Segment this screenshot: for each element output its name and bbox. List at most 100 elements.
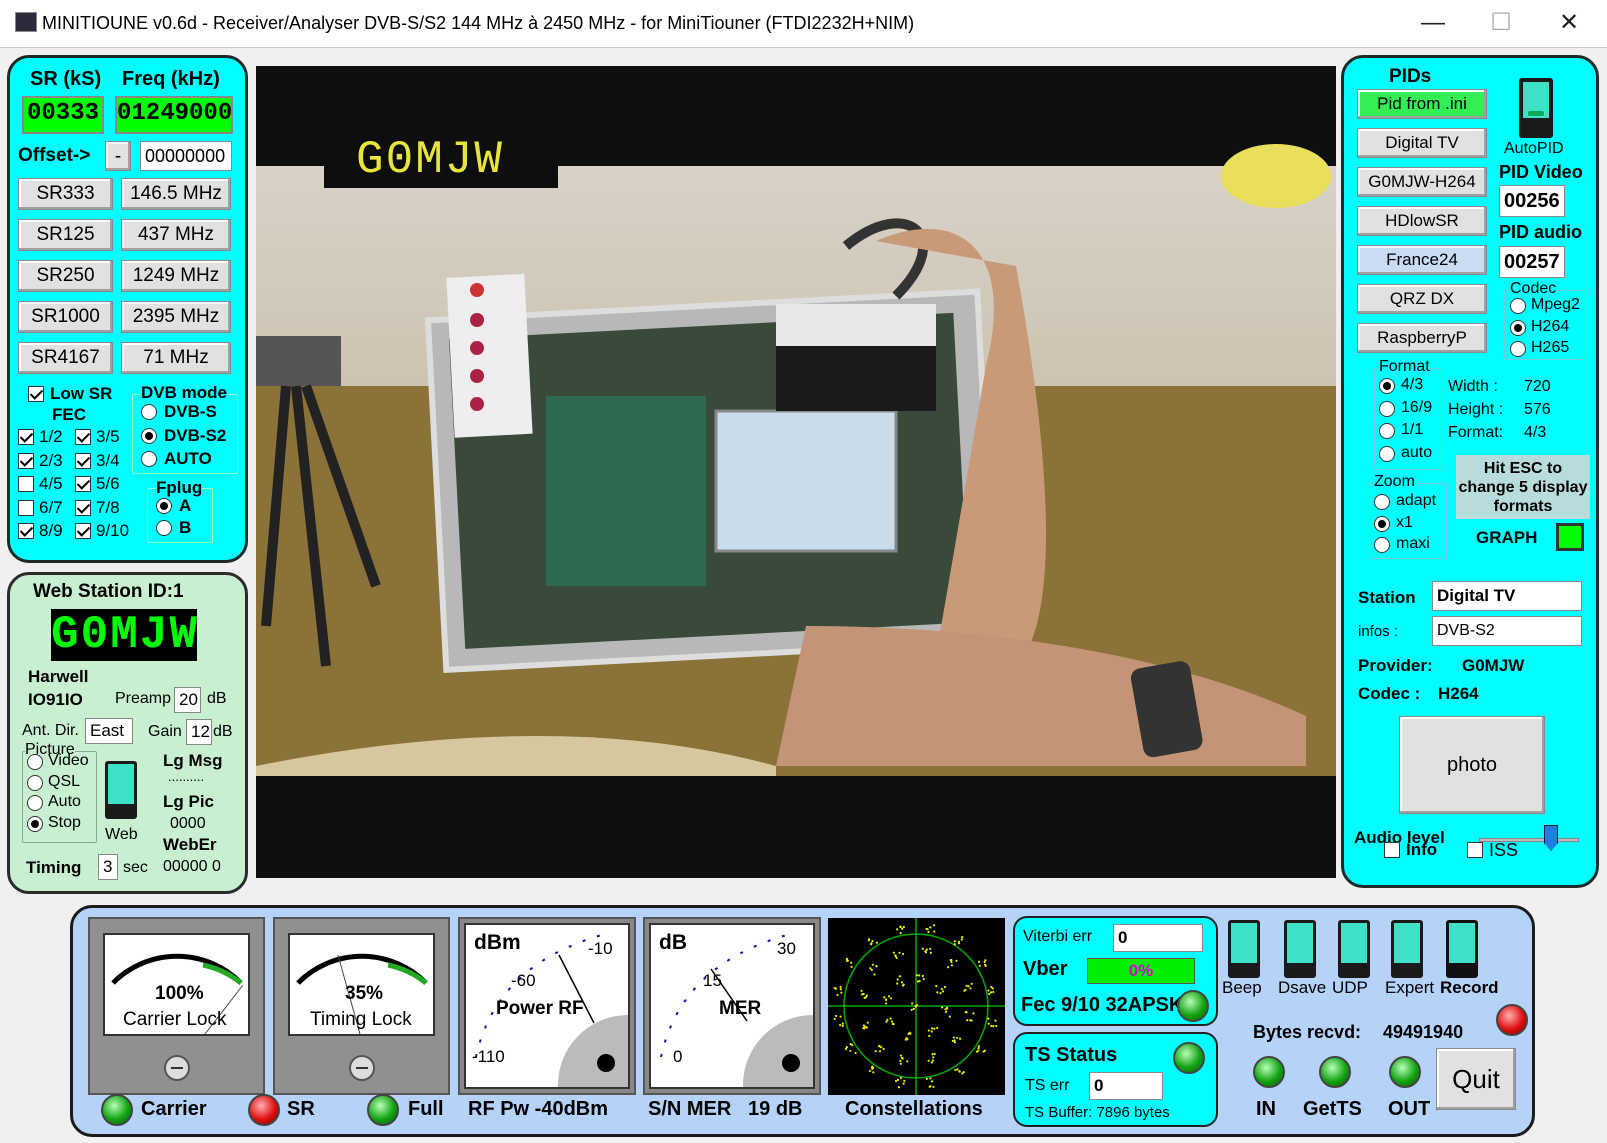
codec-radio[interactable] xyxy=(1510,319,1526,336)
toggle-switch-beep[interactable] xyxy=(1228,920,1260,978)
pid-preset-button[interactable]: HDlowSR xyxy=(1357,206,1487,236)
pid-preset-button[interactable]: RaspberryP xyxy=(1357,323,1487,353)
dvb-mode-radio[interactable] xyxy=(141,427,157,444)
fec-checkbox[interactable] xyxy=(75,523,91,539)
fec-checkbox[interactable] xyxy=(18,476,34,492)
fec-checkbox[interactable] xyxy=(75,499,91,516)
offset-sign-button[interactable]: - xyxy=(105,141,131,171)
toggle-switch-udp[interactable] xyxy=(1338,920,1370,978)
fec-checkbox[interactable] xyxy=(75,476,91,492)
fplug-radio[interactable] xyxy=(156,498,172,514)
quit-button[interactable]: Quit xyxy=(1436,1048,1516,1110)
format-radio[interactable] xyxy=(1379,400,1395,417)
antdir-input[interactable]: East xyxy=(85,718,133,744)
toggle-switch-record[interactable] xyxy=(1446,920,1478,978)
fec-checkbox[interactable] xyxy=(18,499,34,516)
constellation-point xyxy=(935,984,938,988)
picture-radio[interactable] xyxy=(27,754,43,770)
pid-video-input[interactable]: 00256 xyxy=(1499,185,1565,217)
preamp-input[interactable]: 20 xyxy=(174,687,201,713)
zoom-radio[interactable] xyxy=(1374,494,1390,510)
graph-toggle[interactable] xyxy=(1556,523,1584,551)
fec-checkbox[interactable] xyxy=(75,452,91,469)
fec-checkbox[interactable] xyxy=(18,452,34,469)
format-radio[interactable] xyxy=(1379,378,1395,394)
audio-level-slider[interactable] xyxy=(1544,825,1558,851)
mer-tick-1: 30 xyxy=(777,939,796,958)
codec-radio[interactable] xyxy=(1510,298,1526,314)
out-label: OUT xyxy=(1388,1098,1431,1120)
ts-status-title: TS Status xyxy=(1025,1044,1118,1066)
timing-input[interactable]: 3 xyxy=(98,854,118,880)
photo-button[interactable]: photo xyxy=(1399,716,1545,814)
close-button[interactable]: ✕ xyxy=(1546,6,1592,40)
station-input[interactable]: Digital TV xyxy=(1432,581,1582,611)
zoom-radio[interactable] xyxy=(1374,537,1390,553)
ts-err-input[interactable]: 0 xyxy=(1089,1072,1163,1100)
dvb-mode-radio[interactable] xyxy=(141,451,157,467)
video-display[interactable]: G0MJW xyxy=(256,66,1336,878)
maximize-button[interactable]: ☐ xyxy=(1478,6,1524,40)
gain-input[interactable]: 12 xyxy=(186,719,212,745)
infos-input[interactable]: DVB-S2 xyxy=(1432,616,1582,646)
codec-radio[interactable] xyxy=(1510,341,1526,357)
toggle-switch-expert[interactable] xyxy=(1391,920,1423,978)
constellation-point xyxy=(931,1053,934,1056)
web-toggle-switch[interactable] xyxy=(105,761,137,819)
offset-input[interactable]: 00000000 xyxy=(140,141,232,171)
sr-preset-button[interactable]: SR333 xyxy=(18,178,113,210)
codec-option-1: H264 xyxy=(1531,317,1570,335)
picture-radio[interactable] xyxy=(27,815,43,832)
zoom-radio[interactable] xyxy=(1374,515,1390,532)
constellation-point xyxy=(953,940,956,943)
freq-display[interactable]: 01249000 xyxy=(115,96,233,134)
pid-preset-button[interactable]: Digital TV xyxy=(1357,128,1487,158)
timing-sec: sec xyxy=(123,859,148,876)
constellation-point xyxy=(890,1020,894,1023)
picture-radio[interactable] xyxy=(27,774,43,791)
fplug-label: Fplug xyxy=(156,478,203,498)
constellation-point xyxy=(933,1052,936,1056)
picture-option-2: Auto xyxy=(48,793,81,810)
freq-preset-button[interactable]: 71 MHz xyxy=(121,342,231,374)
pid-preset-button[interactable]: Pid from .ini xyxy=(1357,89,1487,119)
minimize-button[interactable]: — xyxy=(1410,6,1456,40)
sr-display[interactable]: 00333 xyxy=(22,96,104,134)
sr-preset-button[interactable]: SR125 xyxy=(18,219,113,251)
format-radio[interactable] xyxy=(1379,445,1395,462)
dvb-mode-radio[interactable] xyxy=(141,404,157,420)
constellation-point xyxy=(975,1050,979,1053)
info-checkbox[interactable] xyxy=(1384,842,1400,858)
iss-checkbox[interactable] xyxy=(1467,842,1483,858)
constellation-point xyxy=(912,1007,915,1010)
autopid-toggle[interactable] xyxy=(1519,78,1553,138)
constellation-point xyxy=(871,963,875,966)
fec-checkbox[interactable] xyxy=(75,429,91,445)
fec-checkbox[interactable] xyxy=(18,429,34,445)
pid-preset-button[interactable]: France24 xyxy=(1357,245,1487,275)
picture-radio[interactable] xyxy=(27,795,43,811)
sr-preset-button[interactable]: SR4167 xyxy=(18,342,113,374)
pid-audio-input[interactable]: 00257 xyxy=(1499,246,1565,278)
fplug-radio[interactable] xyxy=(156,520,172,536)
format-radio[interactable] xyxy=(1379,423,1395,439)
pid-preset-button[interactable]: G0MJW-H264 xyxy=(1357,167,1487,197)
freq-preset-button[interactable]: 2395 MHz xyxy=(121,301,231,333)
sr-preset-button[interactable]: SR1000 xyxy=(18,301,113,333)
viterbi-box: Viterbi err 0 Vber 0% Fec 9/10 32APSK xyxy=(1013,916,1218,1026)
freq-preset-button[interactable]: 437 MHz xyxy=(121,219,231,251)
low-sr-checkbox[interactable] xyxy=(28,386,44,402)
pid-preset-button[interactable]: QRZ DX xyxy=(1357,284,1487,314)
sr-preset-button[interactable]: SR250 xyxy=(18,260,113,292)
out-led xyxy=(1389,1056,1421,1088)
constellation-point xyxy=(925,927,928,931)
viterbi-input[interactable]: 0 xyxy=(1113,924,1203,952)
toggle-switch-dsave[interactable] xyxy=(1284,920,1316,978)
freq-preset-button[interactable]: 146.5 MHz xyxy=(121,178,231,210)
weber-value: 00000 0 xyxy=(163,858,221,875)
constellation-point xyxy=(930,1080,934,1083)
mer-tick-3: 0 xyxy=(673,1047,683,1066)
constellation-point xyxy=(927,1059,930,1062)
freq-preset-button[interactable]: 1249 MHz xyxy=(121,260,231,292)
fec-checkbox[interactable] xyxy=(18,523,34,539)
